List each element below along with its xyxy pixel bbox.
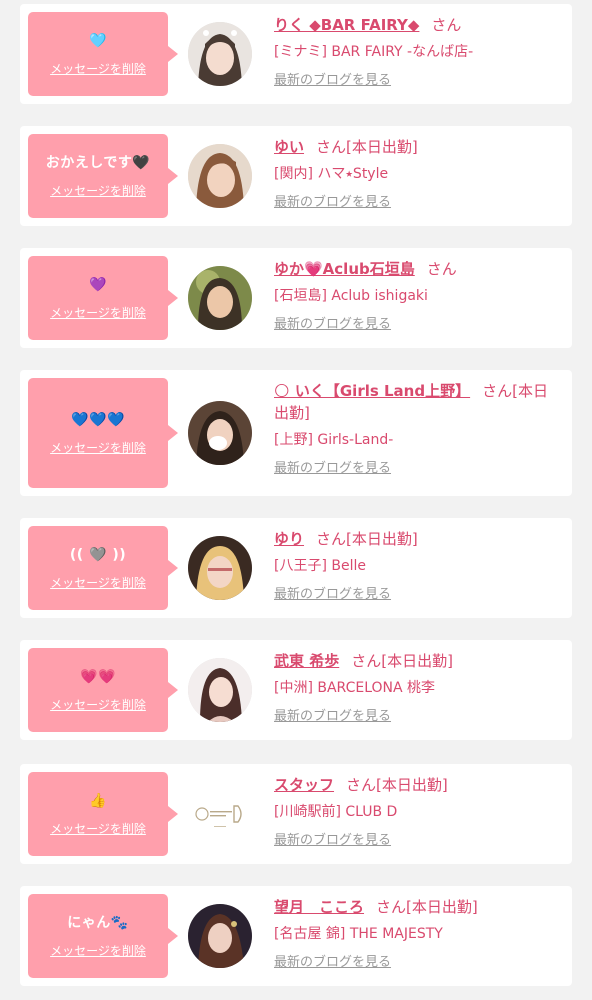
honorific: さん	[351, 652, 382, 670]
message-card: にゃん🐾 メッセージを削除 望月 こころ さん[本日出勤] [名古屋 錦] THE…	[20, 886, 572, 986]
club-d-logo-icon	[188, 782, 252, 846]
message-text: 💙💙💙	[71, 411, 125, 428]
honorific: さん	[482, 382, 513, 400]
avatar[interactable]	[188, 144, 252, 208]
message-bubble: (( 🩶 )) メッセージを削除	[28, 526, 178, 610]
sender-name-link[interactable]: スタッフ	[274, 776, 334, 794]
view-blog-link[interactable]: 最新のブログを見る	[274, 316, 560, 334]
message-card: 💜 メッセージを削除 ゆか💗Aclub石垣島 さん [石垣島] Aclub ish…	[20, 248, 572, 348]
shop-name: [川崎駅前] CLUB D	[274, 804, 398, 820]
delete-message-link[interactable]: メッセージを削除	[50, 696, 146, 713]
work-status: [本日出勤]	[346, 530, 418, 548]
message-card: (( 🩶 )) メッセージを削除 ゆり さん[本日出勤] [八王子] Belle …	[20, 518, 572, 618]
delete-message-link[interactable]: メッセージを削除	[50, 304, 146, 321]
view-blog-link[interactable]: 最新のブログを見る	[274, 954, 560, 972]
sender-info: ゆい さん[本日出勤] [関内] ハマ⭑Style 最新のブログを見る	[274, 136, 560, 212]
honorific: さん	[376, 898, 407, 916]
avatar[interactable]	[188, 266, 252, 330]
delete-message-link[interactable]: メッセージを削除	[50, 942, 146, 959]
sender-info: りく ◆BAR FAIRY◆ さん [ミナミ] BAR FAIRY -なんば店- …	[274, 14, 560, 90]
message-card: 👍 メッセージを削除 スタッフ さん[本日出勤] [川崎駅前] CLUB D 最新…	[20, 764, 572, 864]
sender-name-link[interactable]: 🌕 いく【Girls Land上野】	[274, 382, 470, 400]
sender-info: スタッフ さん[本日出勤] [川崎駅前] CLUB D 最新のブログを見る	[274, 774, 560, 850]
honorific: さん	[346, 776, 377, 794]
view-blog-link[interactable]: 最新のブログを見る	[274, 72, 560, 90]
view-blog-link[interactable]: 最新のブログを見る	[274, 586, 560, 604]
delete-message-link[interactable]: メッセージを削除	[50, 574, 146, 591]
sender-info: ゆか💗Aclub石垣島 さん [石垣島] Aclub ishigaki 最新のブロ…	[274, 258, 560, 334]
view-blog-link[interactable]: 最新のブログを見る	[274, 708, 560, 726]
message-bubble: 💙💙💙 メッセージを削除	[28, 378, 178, 488]
shop-name: [名古屋 錦] THE MAJESTY	[274, 926, 443, 942]
avatar[interactable]	[188, 536, 252, 600]
sender-name-link[interactable]: 望月 こころ	[274, 898, 364, 916]
sender-info: 望月 こころ さん[本日出勤] [名古屋 錦] THE MAJESTY 最新のブロ…	[274, 896, 560, 972]
message-text: (( 🩶 ))	[69, 546, 127, 563]
message-bubble: 👍 メッセージを削除	[28, 772, 178, 856]
honorific: さん	[426, 260, 457, 278]
sender-name-link[interactable]: りく ◆BAR FAIRY◆	[274, 16, 419, 34]
message-bubble: 💗💗 メッセージを削除	[28, 648, 178, 732]
avatar[interactable]	[188, 904, 252, 968]
sender-name-link[interactable]: 武東 希歩	[274, 652, 339, 670]
message-card: おかえしです🖤 メッセージを削除 ゆい さん[本日出勤] [関内] ハマ⭑Styl…	[20, 126, 572, 226]
delete-message-link[interactable]: メッセージを削除	[50, 439, 146, 456]
message-text: にゃん🐾	[67, 914, 129, 931]
view-blog-link[interactable]: 最新のブログを見る	[274, 832, 560, 850]
avatar[interactable]	[188, 658, 252, 722]
sender-name-link[interactable]: ゆか💗Aclub石垣島	[274, 260, 415, 278]
view-blog-link[interactable]: 最新のブログを見る	[274, 460, 560, 478]
honorific: さん	[316, 530, 347, 548]
sender-info: ゆり さん[本日出勤] [八王子] Belle 最新のブログを見る	[274, 528, 560, 604]
avatar[interactable]	[188, 22, 252, 86]
message-text: おかえしです🖤	[45, 154, 151, 171]
shop-name: [関内] ハマ⭑Style	[274, 166, 389, 182]
message-text: 💗💗	[80, 668, 116, 685]
work-status: [本日出勤]	[406, 898, 478, 916]
avatar[interactable]	[188, 782, 252, 846]
view-blog-link[interactable]: 最新のブログを見る	[274, 194, 560, 212]
shop-name: [中洲] BARCELONA 桃李	[274, 680, 436, 696]
shop-name: [八王子] Belle	[274, 558, 366, 574]
message-card: 💗💗 メッセージを削除 武東 希歩 さん[本日出勤] [中洲] BARCELONA…	[20, 640, 572, 740]
message-bubble: 🩵 メッセージを削除	[28, 12, 178, 96]
message-text: 🩵	[89, 32, 107, 49]
delete-message-link[interactable]: メッセージを削除	[50, 60, 146, 77]
message-card: 🩵 メッセージを削除 りく ◆BAR FAIRY◆ さん [ミナミ] BAR FA…	[20, 4, 572, 104]
delete-message-link[interactable]: メッセージを削除	[50, 182, 146, 199]
sender-name-link[interactable]: ゆい	[274, 138, 304, 156]
message-text: 👍	[89, 792, 107, 809]
work-status: [本日出勤]	[376, 776, 448, 794]
shop-name: [上野] Girls-Land-	[274, 432, 394, 448]
sender-name-link[interactable]: ゆり	[274, 530, 304, 548]
shop-name: [ミナミ] BAR FAIRY -なんば店-	[274, 44, 474, 60]
honorific: さん	[431, 16, 462, 34]
sender-info: 武東 希歩 さん[本日出勤] [中洲] BARCELONA 桃李 最新のブログを見…	[274, 650, 560, 726]
delete-message-link[interactable]: メッセージを削除	[50, 820, 146, 837]
work-status: [本日出勤]	[381, 652, 453, 670]
message-card: 💙💙💙 メッセージを削除 🌕 いく【Girls Land上野】 さん[本日出勤] …	[20, 370, 572, 496]
message-text: 💜	[89, 276, 107, 293]
message-bubble: おかえしです🖤 メッセージを削除	[28, 134, 178, 218]
honorific: さん	[316, 138, 347, 156]
message-bubble: にゃん🐾 メッセージを削除	[28, 894, 178, 978]
message-bubble: 💜 メッセージを削除	[28, 256, 178, 340]
avatar[interactable]	[188, 401, 252, 465]
shop-name: [石垣島] Aclub ishigaki	[274, 288, 428, 304]
work-status: [本日出勤]	[346, 138, 418, 156]
sender-info: 🌕 いく【Girls Land上野】 さん[本日出勤] [上野] Girls-La…	[274, 380, 560, 478]
